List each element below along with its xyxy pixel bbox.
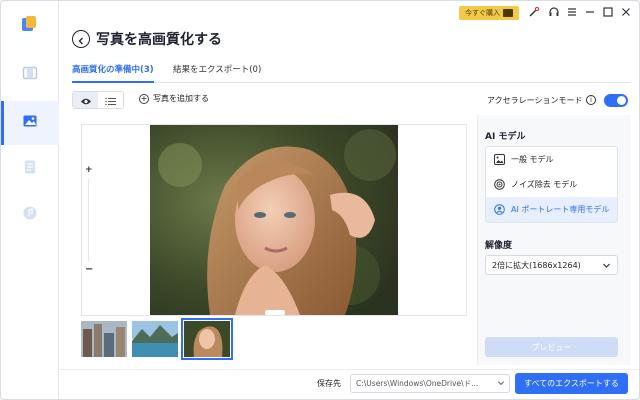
resolution-select[interactable]: 2倍に拡大(1686x1264) xyxy=(485,255,618,275)
sidebar-item-video[interactable] xyxy=(1,53,59,97)
preview-button[interactable]: プレビュー xyxy=(485,337,618,357)
close-icon[interactable] xyxy=(619,5,633,19)
info-icon[interactable]: i xyxy=(586,95,596,105)
sidebar-item-photo[interactable] xyxy=(1,101,59,145)
tab-bar: 高画質化の準備中(3) 結果をエクスポート(0) xyxy=(72,61,631,83)
wand-icon[interactable] xyxy=(527,5,541,19)
ai-model-heading: AI モデル xyxy=(485,132,526,142)
buy-now-button[interactable]: 今すぐ購入 xyxy=(459,6,519,20)
model-option-general[interactable]: 一般 モデル xyxy=(486,147,617,172)
sidebar-item-document[interactable] xyxy=(1,147,59,191)
acceleration-mode-label: アクセラレーションモード xyxy=(487,96,583,105)
acceleration-toggle[interactable] xyxy=(604,94,628,107)
sidebar-item-music[interactable] xyxy=(1,193,59,237)
chevron-left-icon xyxy=(77,30,85,49)
portrait-icon xyxy=(494,204,505,215)
back-button[interactable] xyxy=(72,30,90,48)
save-location-label: 保存先 xyxy=(317,379,341,388)
thumbnail-lake[interactable] xyxy=(132,321,178,357)
eye-icon xyxy=(80,91,92,110)
chevron-down-icon xyxy=(497,379,505,389)
image-icon xyxy=(494,154,505,165)
compare-handle[interactable] xyxy=(265,310,285,315)
headset-icon[interactable] xyxy=(547,5,561,19)
portrait-preview-image xyxy=(150,125,398,315)
video-icon xyxy=(22,65,38,85)
zoom-in-button[interactable]: + xyxy=(85,165,93,175)
export-all-button[interactable]: すべてのエクスポートする xyxy=(515,373,628,394)
list-icon xyxy=(105,91,116,110)
zoom-out-button[interactable]: − xyxy=(85,264,93,275)
thumbnail-city[interactable] xyxy=(81,321,127,357)
menu-icon[interactable] xyxy=(565,5,579,19)
zoom-slider[interactable] xyxy=(88,179,89,261)
app-window: 今すぐ購入 写真を高画質化する 高画質化の準備中(3) 結果をエクスポート(0) xyxy=(0,0,640,400)
plus-circle-icon: + xyxy=(139,93,149,104)
preview-view-button[interactable] xyxy=(73,92,98,108)
view-toggle xyxy=(72,91,124,109)
tab-preparing[interactable]: 高画質化の準備中(3) xyxy=(72,63,154,83)
ai-model-list: 一般 モデル ノイズ除去 モデル AI ポートレート専用モデル xyxy=(485,146,618,223)
app-logo xyxy=(21,15,37,33)
list-view-button[interactable] xyxy=(98,92,123,108)
tab-export-results[interactable]: 結果をエクスポート(0) xyxy=(173,63,261,81)
cart-icon xyxy=(503,9,513,17)
page-title: 写真を高画質化する xyxy=(96,32,222,48)
add-photo-button[interactable]: + 写真を追加する xyxy=(139,93,209,104)
maximize-icon[interactable] xyxy=(601,5,615,19)
save-path-select[interactable]: C:\Users\Windows\OneDrive\ド... xyxy=(350,374,510,393)
photo-icon xyxy=(22,113,38,133)
resolution-heading: 解像度 xyxy=(485,241,513,251)
thumbnail-portrait[interactable] xyxy=(181,318,233,360)
sidebar-rail xyxy=(1,1,59,399)
chevron-down-icon xyxy=(602,261,611,272)
minimize-icon[interactable] xyxy=(583,5,597,19)
model-option-portrait[interactable]: AI ポートレート専用モデル xyxy=(486,197,617,222)
music-icon xyxy=(22,205,38,225)
document-icon xyxy=(22,159,38,179)
model-option-denoise[interactable]: ノイズ除去 モデル xyxy=(486,172,617,197)
denoise-icon xyxy=(494,179,505,190)
